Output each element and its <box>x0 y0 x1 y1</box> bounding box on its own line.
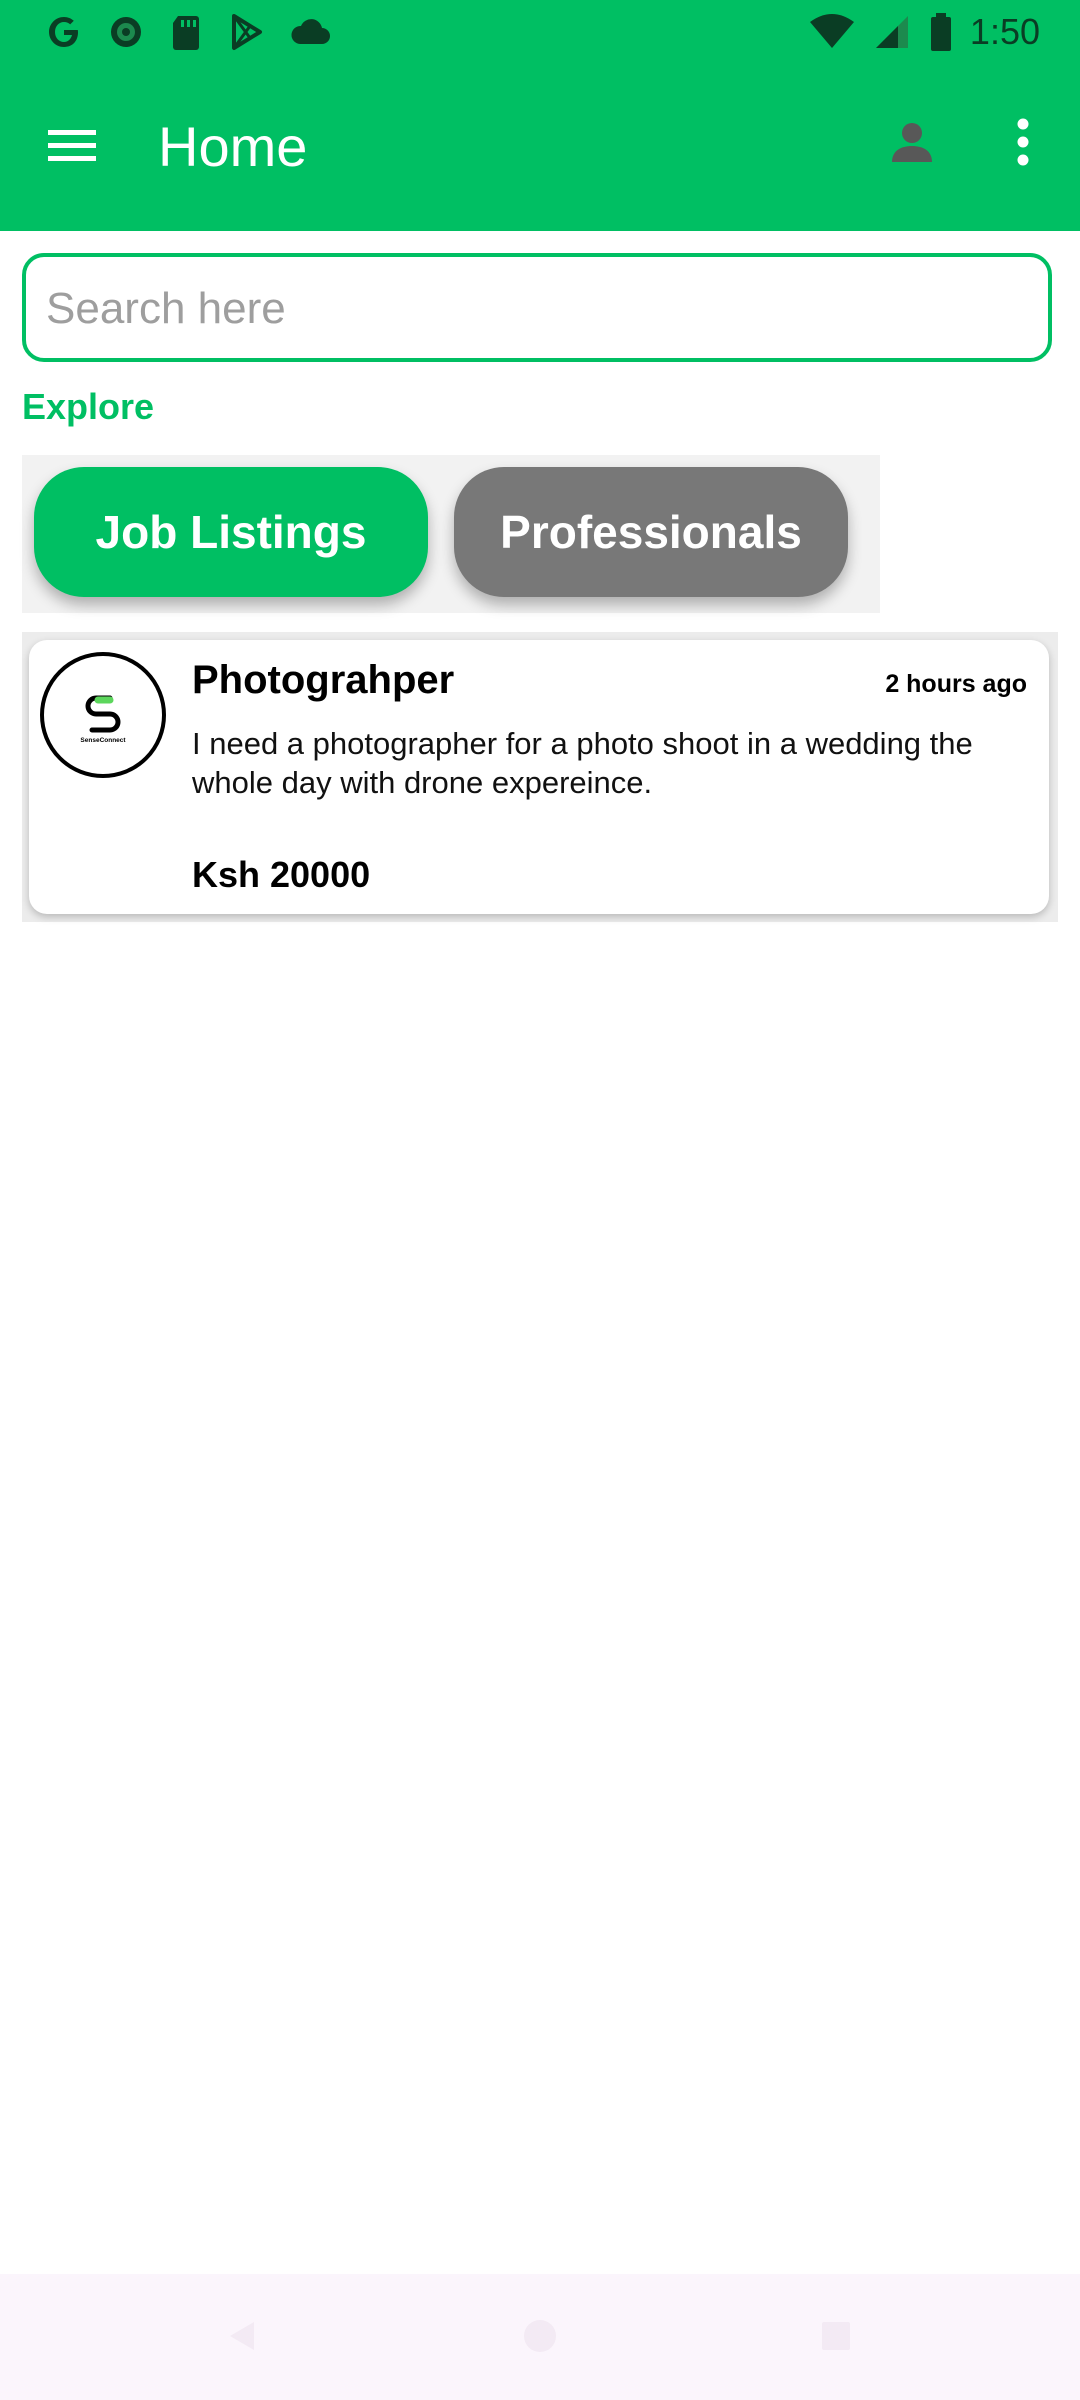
back-icon <box>222 2316 262 2361</box>
more-options-button[interactable] <box>1000 112 1046 176</box>
tab-professionals[interactable]: Professionals <box>454 467 848 597</box>
google-icon <box>44 12 84 52</box>
page-title: Home <box>158 115 308 178</box>
status-notification-icons <box>44 8 332 56</box>
battery-icon <box>928 11 954 53</box>
explore-label: Explore <box>22 386 155 427</box>
sd-card-icon <box>168 12 204 52</box>
back-button[interactable] <box>212 2308 272 2368</box>
recents-icon <box>816 2316 856 2361</box>
home-icon <box>520 2316 560 2361</box>
job-posted-time: 2 hours ago <box>885 670 1027 698</box>
cloud-icon <box>288 12 332 52</box>
cell-signal-icon <box>872 12 912 52</box>
more-vert-icon <box>1016 118 1030 171</box>
explore-tabs: Job Listings Professionals <box>22 455 880 613</box>
home-button[interactable] <box>510 2308 570 2368</box>
job-description: I need a photographer for a photo shoot … <box>192 726 973 800</box>
job-list: SenseConnect Photograhper 2 hours ago I … <box>22 632 1058 922</box>
system-nav-bar <box>0 2274 1080 2400</box>
photos-icon <box>106 12 146 52</box>
recents-button[interactable] <box>806 2308 866 2368</box>
status-time: 1:50 <box>969 11 1040 52</box>
play-store-icon <box>226 12 266 52</box>
profile-button[interactable] <box>880 112 944 176</box>
status-bar: 1:50 <box>0 0 1080 64</box>
job-card[interactable]: SenseConnect Photograhper 2 hours ago I … <box>29 640 1049 914</box>
job-title: Photograhper <box>192 658 455 702</box>
search-box <box>22 253 1052 362</box>
wifi-icon <box>808 12 856 52</box>
svg-text:SenseConnect: SenseConnect <box>80 737 126 744</box>
menu-button[interactable] <box>40 116 104 180</box>
senseconnect-logo-icon: SenseConnect <box>80 695 126 744</box>
tab-job-listings[interactable]: Job Listings <box>34 467 428 597</box>
job-price: Ksh 20000 <box>192 854 371 895</box>
search-input[interactable] <box>44 257 1028 360</box>
menu-icon <box>46 126 98 171</box>
company-logo: SenseConnect <box>40 652 166 778</box>
status-system-icons: 1:50 <box>808 8 1040 56</box>
app-bar: Home <box>0 64 1080 231</box>
person-icon <box>888 118 936 171</box>
